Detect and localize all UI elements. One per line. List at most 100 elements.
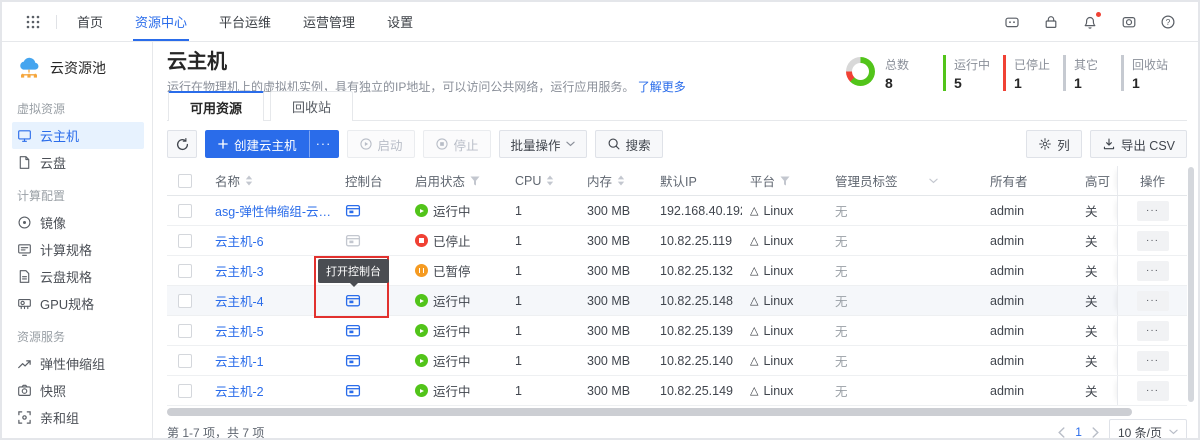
row-checkbox[interactable]	[178, 294, 192, 308]
col-name[interactable]: 名称	[215, 171, 240, 190]
row-actions-button[interactable]: ···	[1137, 321, 1169, 341]
nav-item-platform-ops[interactable]: 平台运维	[217, 2, 273, 41]
row-checkbox[interactable]	[178, 324, 192, 338]
tags-value: 无	[827, 226, 982, 255]
sidebar-item-affinity-group[interactable]: 亲和组	[12, 404, 144, 431]
col-platform[interactable]: 平台	[750, 171, 775, 190]
stop-circle-icon	[435, 137, 449, 151]
host-name-link[interactable]: 云主机-3	[215, 261, 264, 280]
sidebar-item-autoscaling-group[interactable]: 弹性伸缩组	[12, 350, 144, 377]
notification-badge	[1096, 12, 1101, 17]
learn-more-link[interactable]: 了解更多	[638, 80, 686, 94]
open-console-button[interactable]	[345, 323, 361, 339]
memory-value: 300 MB	[579, 376, 652, 405]
tags-value: 无	[827, 346, 982, 375]
search-button[interactable]: 搜索	[595, 130, 663, 158]
host-name-link[interactable]: asg-弹性伸缩组-云主机-1e2fc	[215, 201, 337, 220]
horizontal-scrollbar[interactable]	[167, 408, 1132, 416]
linux-icon: △	[750, 234, 758, 247]
columns-button[interactable]: 列	[1026, 130, 1082, 158]
tab-recycle-bin[interactable]: 回收站	[270, 91, 353, 121]
row-actions-button[interactable]: ···	[1137, 381, 1169, 401]
help-icon[interactable]: ?	[1160, 14, 1176, 30]
resource-pool-header[interactable]: 云资源池	[12, 55, 144, 89]
open-console-button[interactable]	[345, 383, 361, 399]
nav-item-settings[interactable]: 设置	[385, 2, 415, 41]
nav-item-home[interactable]: 首页	[75, 2, 105, 41]
next-page-icon[interactable]	[1092, 427, 1099, 438]
status-badge: 运行中	[433, 321, 471, 340]
sidebar-item-snapshot[interactable]: 快照	[12, 377, 144, 404]
stop-button[interactable]: 停止	[423, 130, 491, 158]
sidebar-item-gpu-spec[interactable]: GPU规格	[12, 290, 144, 317]
open-console-button[interactable]	[345, 353, 361, 369]
host-name-link[interactable]: 云主机-2	[215, 381, 264, 400]
sidebar-item-disk-spec[interactable]: 云盘规格	[12, 263, 144, 290]
row-actions-button[interactable]: ···	[1137, 261, 1169, 281]
prev-page-icon[interactable]	[1058, 427, 1065, 438]
tags-value: 无	[827, 286, 982, 315]
row-actions-button[interactable]: ···	[1137, 231, 1169, 251]
pagination: 1 10 条/页	[1058, 419, 1187, 440]
host-name-link[interactable]: 云主机-5	[215, 321, 264, 340]
nav-item-resource-center[interactable]: 资源中心	[133, 2, 189, 41]
row-actions-button[interactable]: ···	[1137, 351, 1169, 371]
apps-grid-icon[interactable]	[26, 15, 40, 29]
col-status[interactable]: 启用状态	[415, 171, 465, 190]
nav-menu: 首页 资源中心 平台运维 运营管理 设置	[75, 2, 443, 41]
sort-icon[interactable]	[245, 175, 253, 186]
sort-icon[interactable]	[546, 175, 554, 186]
cpu-value: 1	[507, 196, 579, 225]
start-button[interactable]: 启动	[347, 130, 415, 158]
tab-available-resources[interactable]: 可用资源	[168, 91, 264, 121]
record-icon[interactable]	[1121, 14, 1137, 30]
row-checkbox[interactable]	[178, 204, 192, 218]
sort-icon[interactable]	[617, 175, 625, 186]
top-navbar: 首页 资源中心 平台运维 运营管理 设置 ?	[2, 2, 1198, 42]
chevron-down-icon[interactable]	[929, 178, 938, 184]
row-checkbox[interactable]	[178, 234, 192, 248]
console-tooltip: 打开控制台	[318, 259, 389, 283]
select-all-checkbox[interactable]	[178, 174, 192, 188]
host-name-link[interactable]: 云主机-6	[215, 231, 264, 250]
create-more-button[interactable]: ···	[309, 130, 339, 158]
sidebar-item-image[interactable]: 镜像	[12, 209, 144, 236]
sidebar-item-compute-spec[interactable]: 计算规格	[12, 236, 144, 263]
lock-icon[interactable]	[1043, 14, 1059, 30]
page-number[interactable]: 1	[1075, 425, 1082, 439]
stat-stopped: 已停止 1	[1003, 55, 1063, 91]
host-name-link[interactable]: 云主机-1	[215, 351, 264, 370]
host-name-link[interactable]: 云主机-4	[215, 291, 264, 310]
row-checkbox[interactable]	[178, 384, 192, 398]
batch-actions-button[interactable]: 批量操作	[499, 130, 587, 158]
assistant-icon[interactable]	[1004, 14, 1020, 30]
filter-icon[interactable]	[470, 176, 480, 186]
nav-icon-group: ?	[1004, 14, 1176, 30]
filter-icon[interactable]	[780, 176, 790, 186]
platform-value: Linux	[763, 354, 793, 368]
console-icon	[345, 233, 361, 249]
row-actions-button[interactable]: ···	[1137, 201, 1169, 221]
open-console-button[interactable]	[345, 203, 361, 219]
row-actions-button[interactable]: ···	[1137, 291, 1169, 311]
col-memory[interactable]: 内存	[587, 171, 612, 190]
vertical-scrollbar[interactable]	[1188, 167, 1194, 402]
notification-bell-icon[interactable]	[1082, 14, 1098, 30]
sidebar-item-label: GPU规格	[40, 294, 94, 313]
row-checkbox[interactable]	[178, 264, 192, 278]
status-badge: 已停止	[433, 231, 471, 250]
refresh-button[interactable]	[167, 130, 197, 158]
nav-item-operation-mgmt[interactable]: 运营管理	[301, 2, 357, 41]
host-table: 名称 控制台 启用状态 CPU 内存 默认IP 平台 管理员标签 所有者	[167, 166, 1187, 406]
page-size-select[interactable]: 10 条/页	[1109, 419, 1187, 440]
row-checkbox[interactable]	[178, 354, 192, 368]
sidebar-item-cloud-host[interactable]: 云主机	[12, 122, 144, 149]
col-cpu[interactable]: CPU	[515, 174, 541, 188]
sidebar-item-cloud-disk[interactable]: 云盘	[12, 149, 144, 176]
create-host-button[interactable]: 创建云主机	[205, 130, 309, 158]
export-csv-button[interactable]: 导出 CSV	[1090, 130, 1187, 158]
memory-value: 300 MB	[579, 316, 652, 345]
sidebar-item-label: 镜像	[40, 213, 66, 232]
sidebar-item-label: 计算规格	[40, 240, 92, 259]
open-console-button[interactable]	[345, 293, 361, 309]
